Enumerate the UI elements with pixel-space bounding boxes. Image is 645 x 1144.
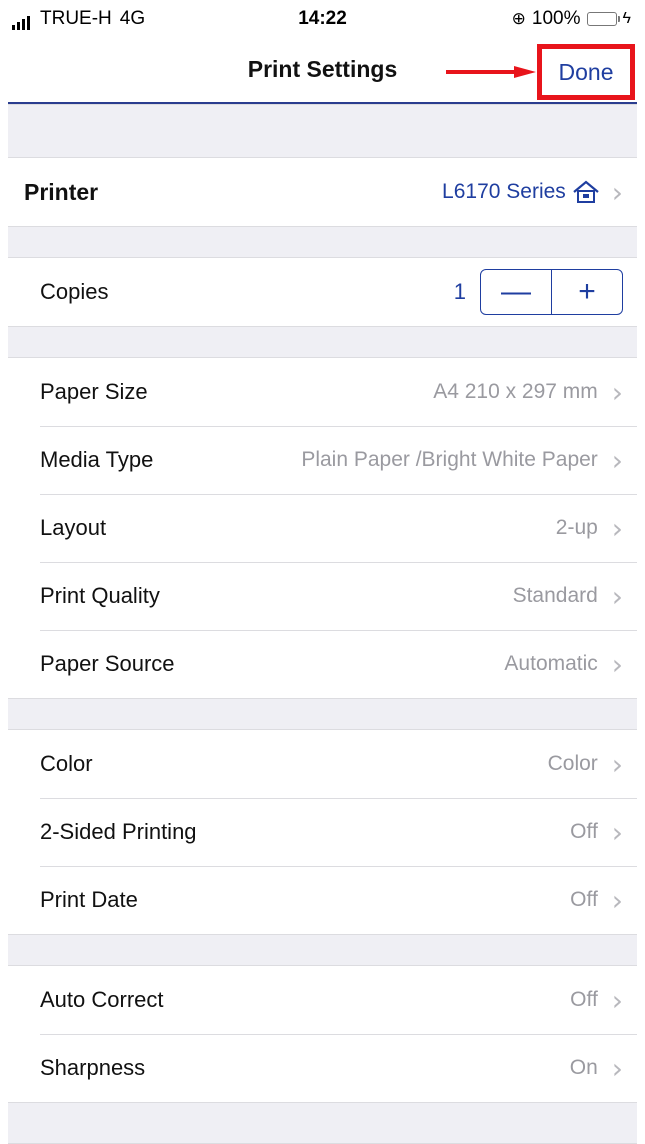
setting-label: Color <box>40 751 93 776</box>
setting-row-print-quality[interactable]: Print Quality Standard › <box>8 562 637 630</box>
charging-icon: ϟ <box>622 10 631 27</box>
printer-label: Printer <box>24 178 99 205</box>
setting-value: Off › <box>570 984 623 1017</box>
setting-value-text: Plain Paper /Bright White Paper <box>301 448 598 471</box>
status-right: ⊕ 100% ϟ <box>512 8 631 30</box>
setting-label: Auto Correct <box>40 987 164 1012</box>
setting-value: Standard › <box>513 580 623 613</box>
copies-row: Copies 1 — + <box>8 258 637 326</box>
chevron-right-icon: › <box>611 1051 623 1085</box>
home-icon <box>573 180 599 203</box>
printer-name: L6170 Series <box>442 180 566 203</box>
setting-value-text: Off <box>570 888 598 911</box>
annotation-arrow-icon <box>446 66 536 78</box>
section-separator <box>8 1102 637 1144</box>
chevron-right-icon: › <box>611 375 623 409</box>
navigation-bar: Print Settings Done <box>8 36 637 104</box>
chevron-right-icon: › <box>611 883 623 917</box>
section-separator <box>8 226 637 258</box>
setting-value: Off › <box>570 816 623 849</box>
section-separator <box>8 104 637 158</box>
setting-label: Paper Size <box>40 379 148 404</box>
copies-label: Copies <box>40 279 109 304</box>
setting-row-media-type[interactable]: Media Type Plain Paper /Bright White Pap… <box>8 426 637 494</box>
setting-value-text: Standard <box>512 584 598 607</box>
chevron-right-icon: › <box>611 815 623 849</box>
battery-icon <box>586 12 620 26</box>
setting-row-paper-source[interactable]: Paper Source Automatic › <box>8 630 637 698</box>
setting-row-sharpness[interactable]: Sharpness On › <box>8 1034 637 1102</box>
setting-row-paper-size[interactable]: Paper Size A4 210 x 297 mm › <box>8 358 637 426</box>
setting-value: 2-up › <box>556 512 623 545</box>
setting-label: Print Quality <box>40 583 160 608</box>
setting-row-color[interactable]: Color Color › <box>8 730 637 798</box>
setting-value-text: 2-up <box>555 516 598 539</box>
setting-value-text: Automatic <box>504 652 598 675</box>
setting-value: Plain Paper /Bright White Paper › <box>301 444 623 477</box>
setting-row-print-date[interactable]: Print Date Off › <box>8 866 637 934</box>
setting-label: Sharpness <box>40 1055 146 1080</box>
setting-value: Color › <box>548 748 623 781</box>
setting-value-text: On <box>569 1056 598 1079</box>
setting-label: Layout <box>40 515 107 540</box>
setting-value-text: Off <box>570 820 598 843</box>
status-bar: TRUE-H 4G 14:22 ⊕ 100% ϟ <box>0 0 645 36</box>
chevron-right-icon: › <box>611 647 623 681</box>
chevron-right-icon: › <box>611 511 623 545</box>
setting-value: Off › <box>570 884 623 917</box>
paper-section: Paper Size A4 210 x 297 mm › Media Type P… <box>8 358 637 698</box>
color-section: Color Color › 2-Sided Printing Off › Print… <box>8 730 637 934</box>
section-separator <box>8 934 637 966</box>
orientation-lock-icon: ⊕ <box>511 9 526 28</box>
chevron-right-icon: › <box>611 443 623 477</box>
correction-section: Auto Correct Off › Sharpness On › <box>8 966 637 1102</box>
highlight-box: Done <box>537 44 635 100</box>
printer-value: L6170 Series › <box>442 176 623 209</box>
section-separator <box>8 698 637 730</box>
setting-value: A4 210 x 297 mm › <box>433 376 623 409</box>
increment-button[interactable]: + <box>551 270 622 314</box>
setting-value-text: Color <box>547 752 598 775</box>
setting-row-layout[interactable]: Layout 2-up › <box>8 494 637 562</box>
setting-label: 2-Sided Printing <box>40 819 197 844</box>
setting-label: Media Type <box>40 447 154 472</box>
setting-row-2-sided-printing[interactable]: 2-Sided Printing Off › <box>8 798 637 866</box>
setting-value-text: A4 210 x 297 mm <box>433 380 598 403</box>
decrement-button[interactable]: — <box>481 270 551 314</box>
setting-label: Paper Source <box>40 651 175 676</box>
section-separator <box>8 326 637 358</box>
setting-row-auto-correct[interactable]: Auto Correct Off › <box>8 966 637 1034</box>
copies-stepper[interactable]: — + <box>480 269 623 315</box>
copies-control: 1 — + <box>454 269 623 315</box>
chevron-right-icon: › <box>611 747 623 781</box>
done-button[interactable]: Done <box>559 59 614 86</box>
setting-value: Automatic › <box>504 648 623 681</box>
chevron-right-icon: › <box>611 579 623 613</box>
settings-list: Printer L6170 Series › Copies 1 — + Pape… <box>8 104 637 1144</box>
copies-value: 1 <box>453 279 466 304</box>
battery-percent: 100% <box>531 8 581 29</box>
setting-value: On › <box>570 1052 623 1085</box>
printer-row[interactable]: Printer L6170 Series › <box>8 158 637 226</box>
chevron-right-icon: › <box>611 175 623 209</box>
setting-label: Print Date <box>40 887 138 912</box>
setting-value-text: Off <box>570 988 598 1011</box>
chevron-right-icon: › <box>611 983 623 1017</box>
